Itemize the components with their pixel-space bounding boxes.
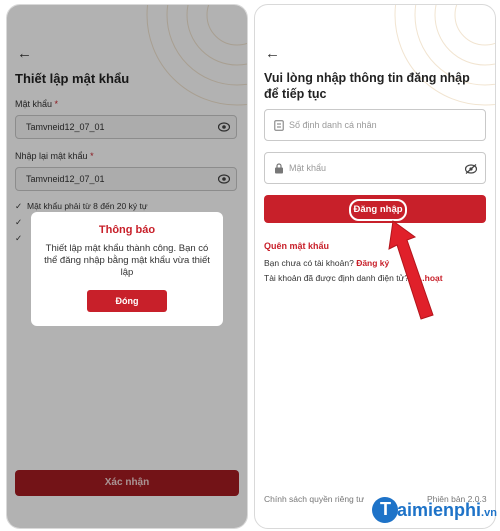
pointer-arrow-icon [388, 220, 434, 320]
page-title: Vui lòng nhập thông tin đăng nhập để tiế… [264, 71, 470, 101]
password-placeholder: Mật khẩu [289, 163, 327, 173]
dialog-message: Thiết lập mật khẩu thành công. Bạn có th… [44, 243, 210, 278]
id-number-input[interactable]: Số định danh cá nhân [264, 109, 486, 141]
taimienphi-logo: T aimienphi.vn [372, 496, 500, 526]
password-input[interactable]: Mật khẩu [264, 152, 486, 184]
close-button[interactable]: Đóng [87, 290, 167, 312]
id-card-icon [274, 120, 284, 131]
right-phone-screen: ← Vui lòng nhập thông tin đăng nhập để t… [254, 4, 496, 529]
forgot-password-link[interactable]: Quên mật khẩu [264, 241, 329, 251]
privacy-policy-link[interactable]: Chính sách quyền riêng tư [264, 494, 364, 504]
eye-off-icon[interactable] [465, 164, 477, 174]
id-number-placeholder: Số định danh cá nhân [289, 120, 377, 130]
dialog-title: Thông báo [98, 224, 156, 236]
notification-dialog: Thông báo Thiết lập mật khẩu thành công.… [31, 212, 223, 326]
left-phone-screen: ← Thiết lập mật khẩu Mật khẩu * Tamvneid… [6, 4, 248, 529]
register-line: Bạn chưa có tài khoản? Đăng ký [264, 258, 390, 268]
back-arrow-icon[interactable]: ← [265, 45, 280, 62]
lock-icon [275, 163, 283, 174]
